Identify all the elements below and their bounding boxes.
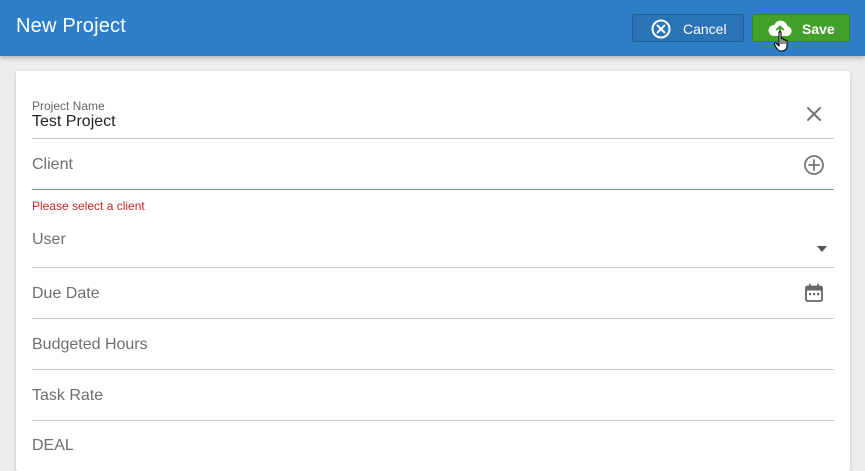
deal-placeholder: DEAL	[32, 437, 74, 454]
budgeted-hours-underline	[32, 369, 834, 370]
task-rate-field[interactable]: Task Rate	[32, 371, 834, 422]
due-date-field[interactable]: Due Date	[32, 269, 834, 320]
calendar-icon[interactable]	[804, 283, 824, 303]
save-button[interactable]: Save	[752, 14, 850, 42]
budgeted-hours-placeholder: Budgeted Hours	[32, 336, 148, 353]
due-date-placeholder: Due Date	[32, 285, 100, 302]
task-rate-underline	[32, 420, 834, 421]
user-underline	[32, 267, 834, 268]
deal-field[interactable]: DEAL	[32, 422, 834, 454]
project-name-field[interactable]: Project Name Test Project	[32, 71, 834, 139]
add-circle-icon[interactable]	[803, 154, 825, 176]
user-placeholder: User	[32, 231, 66, 248]
due-date-underline	[32, 318, 834, 319]
save-button-label: Save	[802, 21, 835, 37]
app-header: New Project Cancel Save	[0, 0, 865, 56]
task-rate-placeholder: Task Rate	[32, 387, 104, 404]
client-field[interactable]: Client	[32, 139, 834, 191]
user-select[interactable]: User	[32, 217, 834, 269]
close-circle-icon	[651, 19, 671, 39]
cancel-button-label: Cancel	[683, 21, 727, 37]
page-title: New Project	[16, 15, 127, 37]
client-error-message: Please select a client	[32, 199, 145, 213]
dropdown-arrow-icon[interactable]	[816, 245, 828, 253]
client-placeholder: Client	[32, 156, 73, 173]
hand-cursor-icon	[773, 31, 788, 52]
clear-icon[interactable]	[805, 105, 823, 123]
cancel-button[interactable]: Cancel	[632, 14, 744, 42]
project-form-card: Project Name Test Project Client Please …	[16, 71, 850, 471]
client-underline	[32, 189, 834, 190]
project-name-label: Project Name	[32, 99, 105, 113]
budgeted-hours-field[interactable]: Budgeted Hours	[32, 320, 834, 371]
project-name-value: Test Project	[32, 113, 116, 130]
